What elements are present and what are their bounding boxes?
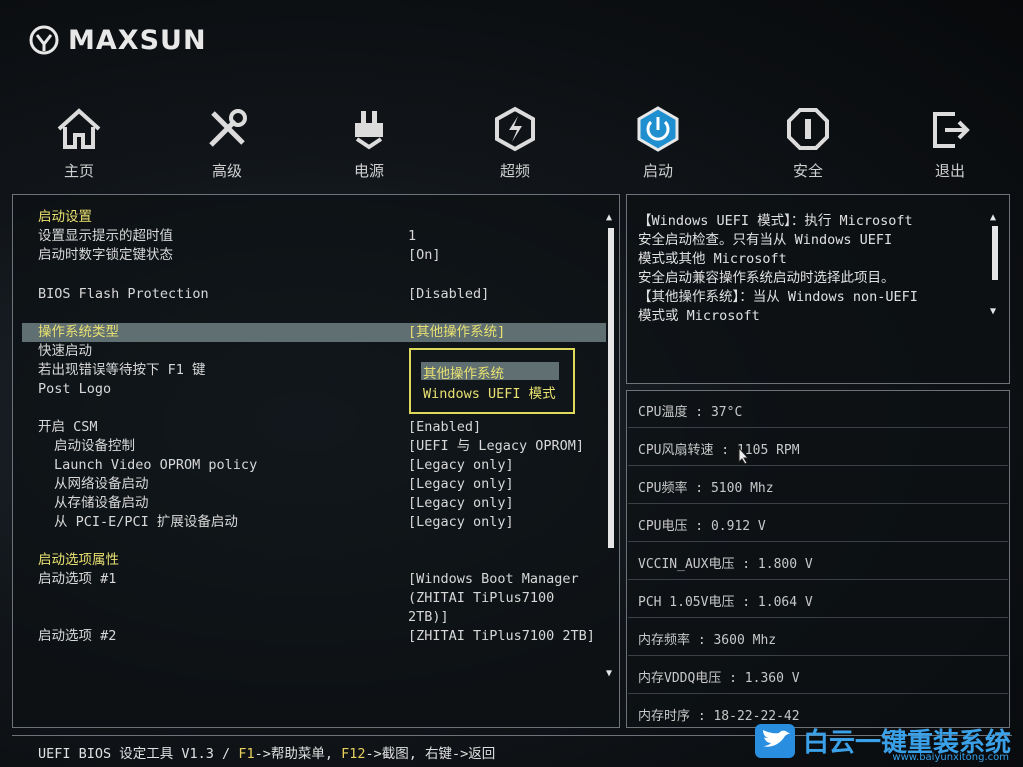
tab-exit[interactable]: 退出: [900, 100, 1000, 181]
boot-option-1-value-line2[interactable]: (ZHITAI TiPlus7100: [408, 589, 554, 608]
tab-security[interactable]: 安全: [758, 100, 858, 181]
help-line: 【Windows UEFI 模式】：执行 Microsoft: [638, 213, 913, 229]
help-line: 安全启动检查。只有当从 Windows UEFI: [638, 232, 893, 248]
help-line: 模式或其他 Microsoft: [638, 251, 787, 267]
divider: [628, 465, 1008, 466]
tab-label: 高级: [211, 162, 242, 180]
section-boot-priority: 启动选项属性: [38, 552, 119, 568]
help-scroll-up-icon[interactable]: ▲: [990, 212, 996, 223]
footer-prefix: UEFI BIOS 设定工具 V1.3 /: [38, 746, 239, 762]
pch-voltage: PCH 1.05V电压 : 1.064 V: [638, 595, 813, 610]
scroll-up-arrow-icon[interactable]: ▲: [606, 212, 612, 223]
dropdown-option-windows-uefi[interactable]: Windows UEFI 模式: [423, 382, 556, 402]
boot-device-control-label[interactable]: 启动设备控制: [54, 437, 135, 456]
divider: [628, 503, 1008, 504]
help-scroll-down-icon[interactable]: ▼: [990, 306, 996, 317]
divider: [628, 655, 1008, 656]
help-scrollbar[interactable]: [992, 226, 998, 280]
divider: [628, 541, 1008, 542]
network-boot-value[interactable]: [Legacy only]: [408, 475, 514, 494]
divider: [628, 579, 1008, 580]
tab-label: 退出: [934, 162, 965, 180]
network-boot-label[interactable]: 从网络设备启动: [54, 475, 149, 494]
f1-wait-label[interactable]: 若出现错误等待按下 F1 键: [38, 361, 206, 380]
post-logo-label[interactable]: Post Logo: [38, 380, 111, 399]
timeout-value[interactable]: 1: [408, 227, 416, 246]
pcie-boot-value[interactable]: [Legacy only]: [408, 513, 514, 532]
storage-boot-value[interactable]: [Legacy only]: [408, 494, 514, 513]
settings-scrollbar[interactable]: [608, 228, 614, 548]
boot-device-control-value[interactable]: [UEFI 与 Legacy OPROM]: [408, 437, 584, 456]
boot-option-1-value-line3[interactable]: 2TB)]: [408, 608, 449, 627]
tab-label: 主页: [63, 162, 94, 180]
numlock-value[interactable]: [On]: [408, 246, 441, 265]
os-type-dropdown: 其他操作系统 Windows UEFI 模式: [409, 348, 575, 414]
numlock-label[interactable]: 启动时数字锁定键状态: [38, 246, 173, 265]
tab-boot[interactable]: 启动: [608, 100, 708, 181]
boot-option-1-label[interactable]: 启动选项 #1: [38, 570, 116, 589]
divider: [628, 617, 1008, 618]
tab-power[interactable]: 电源: [319, 100, 419, 181]
tools-icon: [177, 100, 277, 158]
watermark-url: www.baiyunxitong.com: [892, 752, 1009, 763]
memory-vddq-voltage: 内存VDDQ电压 : 1.360 V: [638, 671, 800, 686]
vccin-aux-voltage: VCCIN_AUX电压 : 1.800 V: [638, 557, 813, 572]
boot-option-2-value[interactable]: [ZHITAI TiPlus7100 2TB]: [408, 627, 595, 646]
cpu-voltage: CPU电压 : 0.912 V: [638, 519, 766, 534]
maxsun-logo: MAXSUN: [28, 24, 207, 56]
boot-option-2-label[interactable]: 启动选项 #2: [38, 627, 116, 646]
tab-overclock[interactable]: 超频: [465, 100, 565, 181]
footer-f1-text: ->帮助菜单,: [254, 746, 342, 762]
divider: [628, 693, 1008, 694]
os-type-label[interactable]: 操作系统类型: [38, 323, 119, 342]
tab-label: 超频: [499, 162, 530, 180]
maxsun-emblem-icon: [29, 25, 59, 55]
lightning-icon: [465, 100, 565, 158]
footer-f12-key: F12: [341, 746, 366, 762]
cpu-temp: CPU温度 : 37°C: [638, 405, 743, 420]
video-oprom-label[interactable]: Launch Video OPROM policy: [54, 456, 257, 475]
help-line: 模式或 Microsoft: [638, 308, 760, 324]
os-type-value[interactable]: [其他操作系统]: [408, 323, 505, 342]
top-nav: 主页 高级 电源 超频 启动 安全 退出: [0, 100, 1023, 188]
boot-option-1-value[interactable]: [Windows Boot Manager: [408, 570, 579, 589]
divider: [628, 427, 1008, 428]
video-oprom-value[interactable]: [Legacy only]: [408, 456, 514, 475]
brand-name: MAXSUN: [68, 24, 207, 56]
home-icon: [29, 100, 129, 158]
footer-help-text: UEFI BIOS 设定工具 V1.3 / F1->帮助菜单, F12->截图,…: [38, 742, 495, 762]
memory-frequency: 内存频率 : 3600 Mhz: [638, 633, 777, 648]
pcie-boot-label[interactable]: 从 PCI-E/PCI 扩展设备启动: [54, 513, 238, 532]
tab-label: 安全: [792, 162, 823, 180]
tab-label: 电源: [353, 162, 384, 180]
bios-flash-value[interactable]: [Disabled]: [408, 285, 489, 304]
footer-f1-key: F1: [238, 746, 255, 762]
section-boot-settings: 启动设置: [38, 209, 92, 225]
footer-f12-text: ->截图, 右键->返回: [365, 746, 496, 762]
dropdown-option-other-os[interactable]: 其他操作系统: [423, 362, 504, 382]
shield-icon: [758, 100, 858, 158]
bird-logo-icon: [754, 723, 795, 758]
tab-home[interactable]: 主页: [29, 100, 129, 181]
mouse-cursor-icon: [738, 447, 750, 465]
help-line: 【其他操作系统】：当从 Windows non-UEFI: [638, 289, 918, 305]
tab-advanced[interactable]: 高级: [177, 100, 277, 181]
bios-flash-label[interactable]: BIOS Flash Protection: [38, 285, 209, 304]
cpu-fan-speed: CPU风扇转速 : 1105 RPM: [638, 443, 800, 458]
cpu-frequency: CPU频率 : 5100 Mhz: [638, 481, 774, 496]
help-line: 安全启动兼容操作系统启动时选择此项目。: [638, 270, 895, 286]
csm-value[interactable]: [Enabled]: [408, 418, 481, 437]
storage-boot-label[interactable]: 从存储设备启动: [54, 494, 149, 513]
tab-label: 启动: [642, 162, 673, 180]
power-button-icon: [608, 100, 708, 158]
csm-label[interactable]: 开启 CSM: [38, 418, 98, 437]
fast-boot-label[interactable]: 快速启动: [38, 342, 92, 361]
scroll-down-arrow-icon[interactable]: ▼: [606, 668, 612, 679]
timeout-label[interactable]: 设置显示提示的超时值: [38, 227, 173, 246]
power-plug-icon: [319, 100, 419, 158]
exit-icon: [900, 100, 1000, 158]
